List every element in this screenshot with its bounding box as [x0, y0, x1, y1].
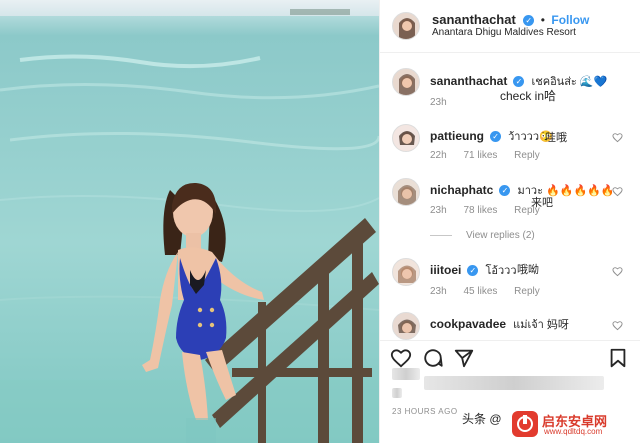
- watermark-url: www.qdltdq.com: [544, 427, 603, 436]
- caption-time[interactable]: 23h: [430, 97, 447, 108]
- commenter-avatar[interactable]: [392, 124, 420, 152]
- location-link[interactable]: Anantara Dhigu Maldives Resort: [432, 27, 576, 38]
- commenter-avatar[interactable]: [392, 178, 420, 206]
- comment-username[interactable]: cookpavadee: [430, 317, 506, 331]
- caption-emoji: 🌊💙: [579, 76, 608, 88]
- verified-badge-icon: ✓: [490, 131, 502, 142]
- comment-likes[interactable]: 71 likes: [463, 150, 497, 161]
- time-ago[interactable]: 23 HOURS AGO: [392, 407, 458, 416]
- comment-icon[interactable]: [422, 347, 444, 369]
- view-replies[interactable]: View replies (2): [430, 230, 535, 241]
- heart-icon[interactable]: [612, 186, 623, 197]
- post-photo[interactable]: [0, 0, 379, 443]
- blurred-likes-text: [424, 376, 604, 390]
- blurred-mark: [392, 388, 402, 398]
- caption-translation: check in哈: [500, 89, 557, 103]
- heart-icon[interactable]: [612, 132, 623, 143]
- commenter-avatar[interactable]: [392, 312, 420, 340]
- heart-icon[interactable]: [612, 320, 623, 331]
- comment-likes[interactable]: 78 likes: [463, 205, 497, 216]
- comment-text: แม่เจ้า: [513, 319, 544, 331]
- reply-button[interactable]: Reply: [514, 205, 540, 216]
- comment-username[interactable]: pattieung: [430, 129, 484, 143]
- caption-username[interactable]: sananthachat: [430, 74, 507, 88]
- bookmark-icon[interactable]: [607, 347, 629, 369]
- commenter-avatar[interactable]: [392, 258, 420, 286]
- caption-avatar[interactable]: [392, 68, 420, 96]
- author-avatar[interactable]: [392, 12, 420, 40]
- heart-icon[interactable]: [390, 347, 412, 369]
- comment-translation: 哦呦: [517, 264, 539, 276]
- comment-username[interactable]: iiitoei: [430, 263, 461, 277]
- follow-button[interactable]: Follow: [551, 13, 589, 27]
- reply-button[interactable]: Reply: [514, 286, 540, 297]
- beach-photo-illustration: [0, 0, 379, 443]
- comment-likes[interactable]: 45 likes: [463, 286, 497, 297]
- author-username[interactable]: sananthachat: [432, 12, 516, 27]
- site-watermark: 启东安卓网 www.qdltdq.com: [512, 411, 632, 437]
- comment-username[interactable]: nichaphatc: [430, 183, 493, 197]
- add-comment-partial: 头条 @: [462, 412, 502, 426]
- view-replies-label[interactable]: View replies (2): [466, 230, 535, 241]
- comment-time[interactable]: 23h: [430, 286, 447, 297]
- comment-time[interactable]: 23h: [430, 205, 447, 216]
- verified-badge-icon: ✓: [467, 265, 479, 276]
- comment-time[interactable]: 22h: [430, 150, 447, 161]
- comment-translation: 妈呀: [546, 319, 569, 331]
- verified-badge-icon: ✓: [499, 185, 511, 196]
- verified-badge-icon: ✓: [513, 76, 525, 87]
- comment-text: โอ้ววว: [485, 265, 517, 277]
- heart-icon[interactable]: [612, 266, 623, 277]
- view-replies-line: [430, 234, 452, 236]
- share-icon[interactable]: [453, 347, 475, 369]
- watermark-logo-icon: [512, 411, 538, 437]
- blurred-likes: [392, 368, 420, 380]
- separator-dot: •: [540, 13, 545, 27]
- comment-translation: 哇哦: [545, 132, 567, 144]
- post-side-panel: sananthachat ✓ • Follow Anantara Dhigu M…: [379, 0, 640, 443]
- post-header: sananthachat ✓ • Follow Anantara Dhigu M…: [380, 0, 640, 53]
- verified-badge-icon: ✓: [523, 15, 535, 26]
- reply-button[interactable]: Reply: [514, 150, 540, 161]
